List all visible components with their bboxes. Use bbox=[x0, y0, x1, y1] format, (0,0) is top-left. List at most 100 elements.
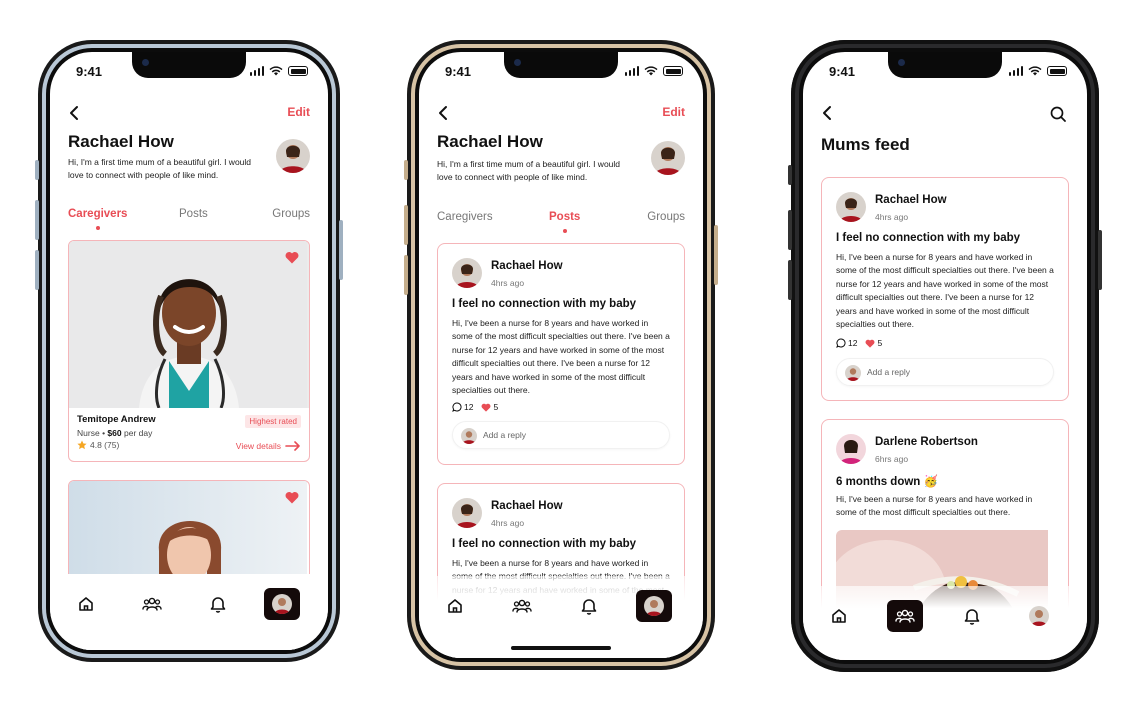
comment-count[interactable]: 12 bbox=[452, 402, 473, 412]
reply-input[interactable]: Add a reply bbox=[452, 421, 670, 449]
edit-button[interactable]: Edit bbox=[662, 105, 685, 119]
nav-home[interactable] bbox=[68, 588, 104, 620]
nav-profile[interactable] bbox=[264, 588, 300, 620]
profile-avatar[interactable] bbox=[276, 139, 310, 173]
like-count[interactable]: 5 bbox=[481, 402, 498, 412]
nav-community[interactable] bbox=[504, 590, 540, 622]
author-avatar bbox=[836, 192, 866, 222]
comment-count[interactable]: 12 bbox=[836, 338, 857, 348]
profile-avatar[interactable] bbox=[651, 141, 685, 175]
heart-icon bbox=[866, 339, 875, 348]
post-time: 4hrs ago bbox=[491, 278, 525, 288]
back-arrow-icon[interactable] bbox=[435, 104, 453, 122]
author-avatar bbox=[452, 498, 482, 528]
wifi-icon bbox=[269, 66, 283, 76]
profile-tabs: Caregivers Posts Groups bbox=[68, 208, 310, 236]
home-icon bbox=[79, 597, 93, 611]
caregiver-photo bbox=[69, 241, 309, 408]
wifi-icon bbox=[1028, 66, 1042, 76]
tab-posts[interactable]: Posts bbox=[549, 211, 580, 233]
nav-home[interactable] bbox=[437, 590, 473, 622]
caregiver-role-price: Nurse • $60 per day bbox=[77, 428, 153, 438]
page-title: Mums feed bbox=[821, 135, 910, 154]
author-avatar bbox=[836, 434, 866, 464]
wifi-icon bbox=[644, 66, 658, 76]
post-body: Hi, I've been a nurse for 8 years and ha… bbox=[452, 318, 670, 396]
comment-icon bbox=[452, 402, 462, 412]
post-meta: 12 5 bbox=[836, 338, 882, 348]
bottom-nav bbox=[50, 574, 328, 650]
signal-icon bbox=[624, 66, 639, 76]
post-author: Rachael How bbox=[491, 500, 563, 512]
post-author: Rachael How bbox=[875, 194, 947, 206]
star-icon bbox=[77, 440, 87, 450]
tab-groups[interactable]: Groups bbox=[647, 211, 685, 223]
post-time: 4hrs ago bbox=[875, 212, 909, 222]
profile-bio: Hi, I'm a first time mum of a beautiful … bbox=[437, 159, 621, 182]
reply-avatar bbox=[845, 365, 861, 381]
favorite-heart-icon[interactable] bbox=[285, 491, 299, 504]
caregiver-info: Temitope Andrew Nurse • $60 per day 4.8 … bbox=[69, 406, 309, 461]
nav-notifications[interactable] bbox=[954, 600, 990, 632]
view-details-link[interactable]: View details bbox=[236, 441, 301, 451]
post-body: Hi, I've been a nurse for 8 years and ha… bbox=[836, 252, 1054, 330]
nav-notifications[interactable] bbox=[571, 590, 607, 622]
search-icon[interactable] bbox=[1049, 105, 1067, 123]
home-icon bbox=[448, 599, 462, 613]
notch bbox=[504, 52, 618, 78]
post-title: 6 months down 🥳 bbox=[836, 476, 938, 488]
back-arrow-icon[interactable] bbox=[819, 104, 837, 122]
community-icon bbox=[142, 597, 162, 611]
like-count[interactable]: 5 bbox=[865, 338, 882, 348]
signal-icon bbox=[1008, 66, 1023, 76]
post-card[interactable]: Rachael How 4hrs ago I feel no connectio… bbox=[821, 177, 1069, 401]
nav-notifications[interactable] bbox=[200, 588, 236, 620]
reply-avatar bbox=[461, 428, 477, 444]
profile-avatar bbox=[272, 594, 292, 614]
home-indicator[interactable] bbox=[511, 646, 611, 650]
reply-placeholder: Add a reply bbox=[483, 430, 526, 440]
post-author: Rachael How bbox=[491, 260, 563, 272]
caregiver-card[interactable]: Temitope Andrew Nurse • $60 per day 4.8 … bbox=[68, 240, 310, 462]
nav-profile[interactable] bbox=[1021, 600, 1057, 632]
profile-avatar bbox=[644, 596, 664, 616]
bell-icon bbox=[964, 609, 980, 625]
battery-icon bbox=[663, 66, 683, 76]
favorite-heart-icon[interactable] bbox=[285, 251, 299, 264]
reply-input[interactable]: Add a reply bbox=[836, 358, 1054, 386]
phone-profile-posts: 9:41 Edit Rachael How Hi, I'm a first ti… bbox=[404, 40, 718, 670]
nav-profile[interactable] bbox=[636, 590, 672, 622]
author-avatar bbox=[452, 258, 482, 288]
nav-home[interactable] bbox=[821, 600, 857, 632]
bottom-nav bbox=[803, 586, 1087, 660]
notch bbox=[132, 52, 246, 78]
notch bbox=[888, 52, 1002, 78]
nav-community[interactable] bbox=[887, 600, 923, 632]
comment-icon bbox=[836, 338, 846, 348]
bell-icon bbox=[581, 599, 597, 615]
profile-tabs: Caregivers Posts Groups bbox=[437, 211, 685, 239]
profile-bio: Hi, I'm a first time mum of a beautiful … bbox=[68, 157, 252, 180]
community-icon bbox=[512, 599, 532, 613]
home-icon bbox=[832, 609, 846, 623]
tab-groups[interactable]: Groups bbox=[272, 208, 310, 220]
bottom-nav bbox=[419, 576, 703, 658]
post-author: Darlene Robertson bbox=[875, 436, 978, 448]
status-time: 9:41 bbox=[445, 64, 472, 79]
tab-caregivers[interactable]: Caregivers bbox=[68, 208, 127, 230]
tab-posts[interactable]: Posts bbox=[179, 208, 208, 220]
post-card[interactable]: Rachael How 4hrs ago I feel no connectio… bbox=[437, 243, 685, 465]
post-time: 4hrs ago bbox=[491, 518, 525, 528]
phone-mums-feed: 9:41 Mums feed Rachael How 4hrs ago I fe… bbox=[788, 40, 1102, 672]
post-title: I feel no connection with my baby bbox=[452, 298, 637, 310]
edit-button[interactable]: Edit bbox=[287, 105, 310, 119]
back-arrow-icon[interactable] bbox=[66, 104, 84, 122]
post-title: I feel no connection with my baby bbox=[452, 538, 637, 550]
post-time: 6hrs ago bbox=[875, 454, 909, 464]
nav-community[interactable] bbox=[134, 588, 170, 620]
post-title: I feel no connection with my baby bbox=[836, 232, 1021, 244]
highest-rated-badge: Highest rated bbox=[245, 415, 301, 428]
tab-caregivers[interactable]: Caregivers bbox=[437, 211, 493, 223]
post-body: Hi, I've been a nurse for 8 years and ha… bbox=[836, 494, 1033, 518]
profile-name: Rachael How bbox=[437, 132, 543, 151]
